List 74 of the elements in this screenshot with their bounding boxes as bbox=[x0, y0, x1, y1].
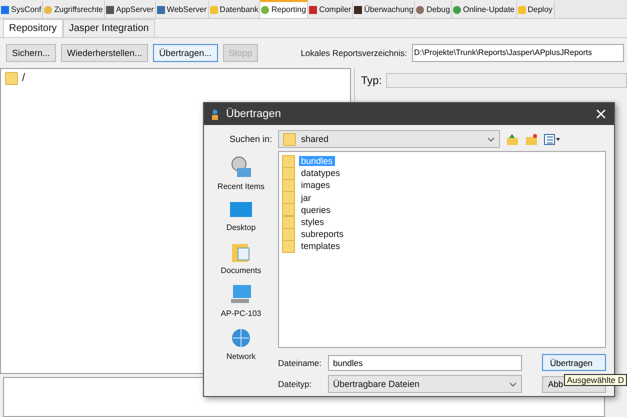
tab[interactable]: WebServer bbox=[156, 0, 209, 18]
tab[interactable]: Debug bbox=[415, 0, 452, 18]
tab[interactable]: SysConf bbox=[0, 0, 44, 18]
new-folder-icon[interactable] bbox=[525, 132, 538, 146]
folder-icon bbox=[282, 240, 295, 253]
tab[interactable]: Jasper Integration bbox=[62, 18, 155, 37]
filetype-label: Dateityp: bbox=[278, 379, 313, 389]
folder-icon bbox=[282, 178, 295, 192]
tab[interactable]: Überwachung bbox=[353, 0, 416, 18]
tab[interactable]: Reporting bbox=[260, 0, 308, 18]
directory-field[interactable]: D:\Projekte\Trunk\Reports\Jasper\APplusJReports bbox=[412, 44, 624, 62]
tab-icon bbox=[518, 6, 526, 14]
tab-icon bbox=[156, 6, 165, 14]
transfer-button[interactable]: Übertragen bbox=[542, 354, 606, 371]
file-item[interactable]: jar bbox=[299, 192, 314, 203]
file-item[interactable]: images bbox=[299, 180, 332, 190]
place-button[interactable]: Documents bbox=[220, 241, 262, 275]
folder-icon bbox=[282, 191, 295, 204]
look-in-label: Suchen in: bbox=[228, 134, 272, 144]
dialog-title: Übertragen bbox=[226, 108, 282, 120]
place-button[interactable]: Network bbox=[226, 327, 256, 361]
tab-icon bbox=[44, 6, 52, 14]
folder-icon bbox=[282, 154, 295, 168]
monitor-icon bbox=[228, 200, 253, 220]
filetype-dropdown[interactable]: Übertragbare Dateien bbox=[328, 375, 522, 393]
look-in-dropdown[interactable]: shared bbox=[278, 130, 500, 148]
file-item[interactable]: styles bbox=[299, 217, 326, 228]
filename-field[interactable]: bundles bbox=[328, 354, 522, 370]
tab[interactable]: Deploy bbox=[516, 0, 555, 18]
chevron-down-icon bbox=[487, 136, 495, 142]
tab-icon bbox=[1, 6, 9, 14]
tab[interactable]: Online-Update bbox=[452, 0, 517, 18]
toolbar-button[interactable]: Übertragen... bbox=[153, 44, 218, 62]
file-item[interactable]: subreports bbox=[299, 229, 346, 240]
type-label: Typ: bbox=[361, 74, 382, 87]
place-button[interactable]: Recent Items bbox=[217, 155, 265, 191]
tab-icon bbox=[261, 6, 270, 14]
place-button[interactable]: Desktop bbox=[226, 200, 256, 232]
folder-icon bbox=[5, 72, 18, 85]
computer-icon bbox=[229, 284, 253, 306]
tab-icon bbox=[354, 6, 362, 14]
tab[interactable]: Zugriffsrechte bbox=[43, 0, 105, 18]
list-view-icon[interactable] bbox=[544, 134, 560, 144]
folder-icon bbox=[282, 216, 295, 229]
app-icon bbox=[210, 108, 220, 120]
tree-item[interactable]: / bbox=[22, 72, 26, 84]
globe-icon bbox=[230, 327, 252, 349]
folder-icon bbox=[282, 203, 295, 216]
directory-label: Lokales Reportsverzeichnis: bbox=[300, 48, 407, 58]
tooltip: Ausgewählte D bbox=[564, 374, 627, 386]
clock-icon bbox=[228, 155, 253, 179]
tab-icon bbox=[106, 6, 114, 14]
toolbar-button[interactable]: Sichern... bbox=[6, 44, 56, 62]
file-item[interactable]: datatypes bbox=[299, 168, 342, 178]
toolbar-button[interactable]: Wiederherstellen... bbox=[61, 44, 148, 62]
folder-icon bbox=[282, 166, 295, 180]
up-folder-icon[interactable] bbox=[506, 132, 519, 146]
folder-icon bbox=[282, 228, 295, 241]
tab[interactable]: Datenbank bbox=[208, 0, 260, 18]
file-item[interactable]: queries bbox=[299, 204, 333, 215]
tab-icon bbox=[210, 6, 218, 14]
file-item[interactable]: templates bbox=[299, 241, 342, 252]
tab[interactable]: Compiler bbox=[308, 0, 354, 18]
tab-icon bbox=[416, 6, 424, 14]
filename-label: Dateiname: bbox=[278, 358, 322, 368]
tab-icon bbox=[309, 6, 318, 14]
tab[interactable]: Repository bbox=[3, 18, 63, 37]
document-folder-icon bbox=[231, 241, 251, 263]
type-field[interactable] bbox=[386, 73, 627, 88]
place-button[interactable]: AP-PC-103 bbox=[220, 284, 262, 318]
tab[interactable]: AppServer bbox=[105, 0, 156, 18]
chevron-down-icon bbox=[509, 382, 517, 386]
close-button[interactable] bbox=[594, 107, 608, 121]
tab-icon bbox=[453, 6, 462, 14]
